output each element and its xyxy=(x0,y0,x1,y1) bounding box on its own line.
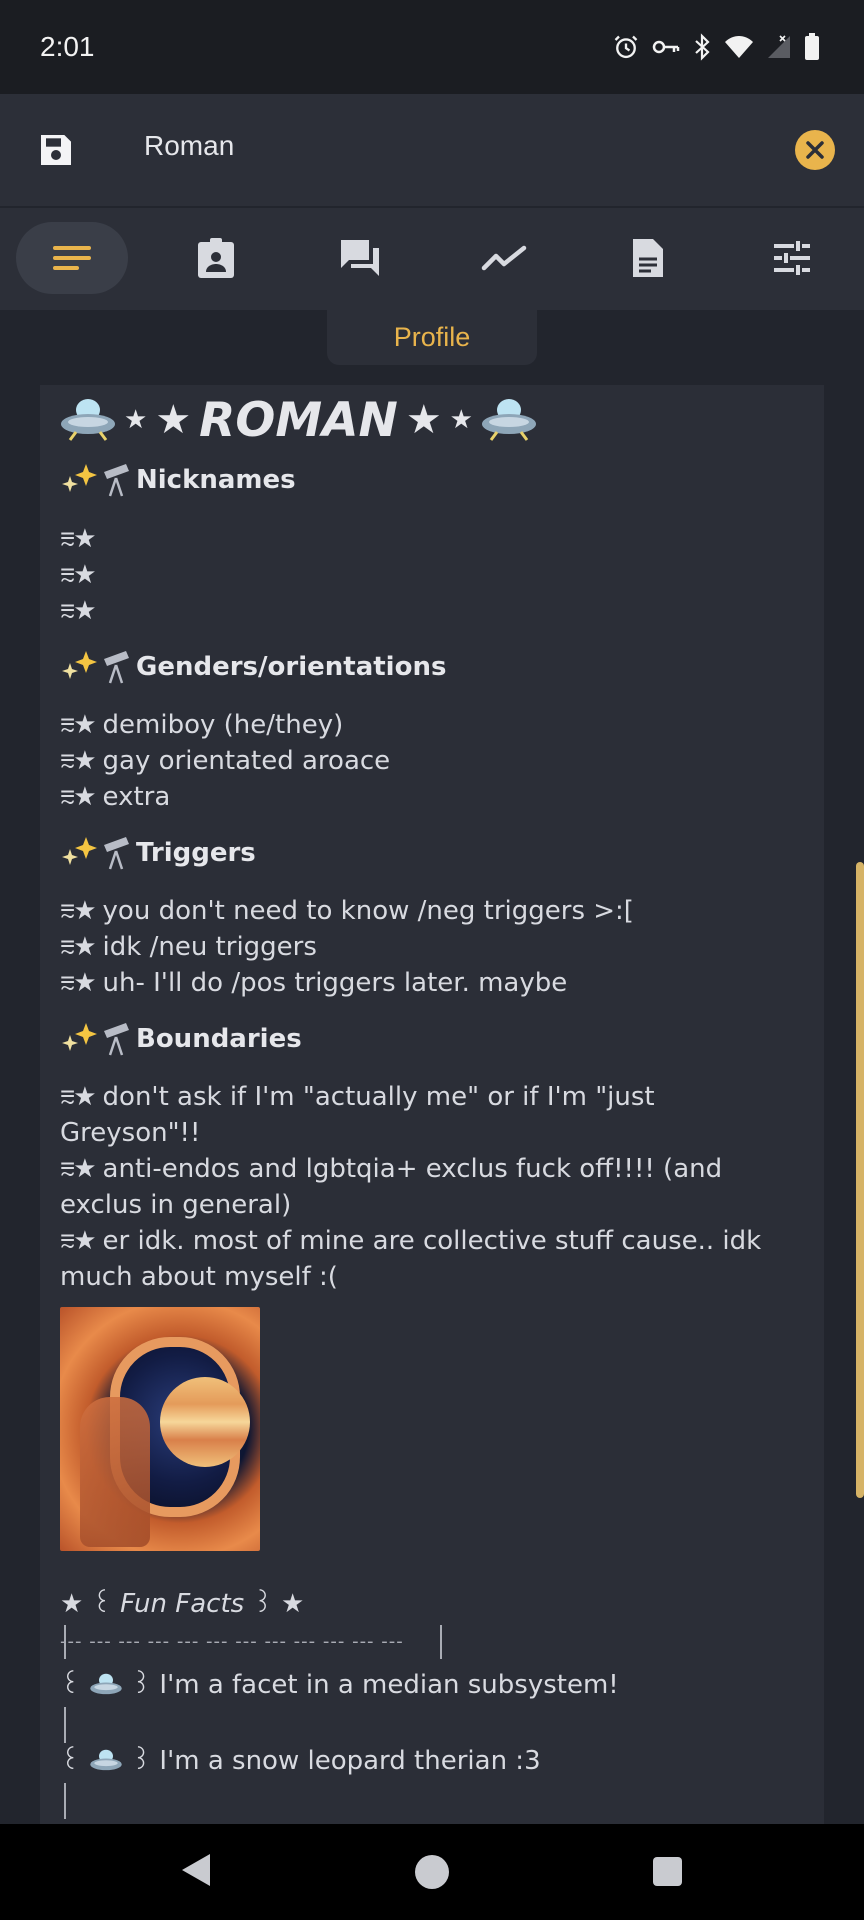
section-header-boundaries: Boundaries xyxy=(60,1019,302,1059)
divider xyxy=(440,1625,442,1659)
signal-icon xyxy=(768,35,790,58)
sparkles-icon xyxy=(62,651,97,679)
image-planet-shape xyxy=(160,1377,250,1467)
status-icons xyxy=(612,33,820,61)
save-icon[interactable] xyxy=(36,130,76,170)
ufo-icon xyxy=(89,1673,122,1694)
status-time: 2:01 xyxy=(40,31,95,62)
list-item: ⩳★ uh- I'll do /pos triggers later. maybe xyxy=(60,968,568,998)
star-small-icon: ★ xyxy=(449,405,473,435)
list-item: ⩳★ idk /neu triggers xyxy=(60,932,317,962)
ufo-icon xyxy=(89,1749,122,1770)
vpn-key-icon xyxy=(652,40,680,54)
fun-facts-title: ★ ꒰ Fun Facts ꒱ ★ xyxy=(60,1589,305,1619)
tab-settings[interactable] xyxy=(736,222,848,294)
tab-profile[interactable] xyxy=(16,222,128,294)
page-title: Roman xyxy=(144,130,235,161)
list-item: ⩳★ extra xyxy=(60,782,171,812)
home-icon[interactable] xyxy=(415,1855,449,1889)
telescope-icon xyxy=(104,1023,129,1056)
menu-lines-icon xyxy=(53,246,91,270)
list-item: ⩳★ xyxy=(60,524,97,554)
sparkles-icon xyxy=(62,1023,97,1051)
tab-chat[interactable] xyxy=(304,222,416,294)
tab-graph[interactable] xyxy=(448,222,560,294)
tab-info[interactable] xyxy=(160,222,272,294)
profile-title-row: ★ ★ ROMAN ★ ★ xyxy=(60,387,537,453)
active-tab-label: Profile xyxy=(327,310,537,365)
alarm-icon xyxy=(614,35,638,59)
bluetooth-icon xyxy=(695,33,710,61)
telescope-icon xyxy=(104,837,129,870)
document-icon xyxy=(633,239,663,277)
profile-content: ★ ★ ROMAN ★ ★ Nicknames ⩳★ ⩳★ ⩳★ Genders… xyxy=(40,385,824,1825)
profile-image xyxy=(60,1307,260,1551)
chat-icon xyxy=(341,240,379,276)
list-item: ⩳★ you don't need to know /neg triggers >… xyxy=(60,896,634,926)
tab-document[interactable] xyxy=(592,222,704,294)
section-title: Genders/orientations xyxy=(136,652,447,682)
status-bar: 2:01 xyxy=(0,0,864,94)
section-header-genders: Genders/orientations xyxy=(60,647,446,687)
list-item: ⩳★ demiboy (he/they) xyxy=(60,710,344,740)
graph-icon xyxy=(481,245,527,271)
id-badge-icon xyxy=(198,238,234,278)
ufo-icon xyxy=(61,399,115,441)
divider xyxy=(64,1707,66,1743)
back-icon[interactable] xyxy=(180,1852,212,1888)
sparkles-icon xyxy=(62,837,97,865)
top-app-bar: Roman xyxy=(0,94,864,206)
sparkles-icon xyxy=(62,464,97,492)
scrollbar-thumb[interactable] xyxy=(856,862,864,1498)
telescope-icon xyxy=(104,651,129,684)
battery-icon xyxy=(805,33,819,60)
list-item: ⩳★ xyxy=(60,560,97,590)
list-item: ⩳★ anti-endos and lgbtqia+ exclus fuck of… xyxy=(60,1154,723,1220)
section-title: Nicknames xyxy=(136,465,296,495)
profile-name: ROMAN xyxy=(199,392,398,448)
fun-fact-item: ꒰ ꒱ I'm a snow leopard therian :3 xyxy=(60,1746,541,1776)
section-title: Triggers xyxy=(136,838,256,868)
wifi-icon xyxy=(725,36,753,58)
list-item: ⩳★ xyxy=(60,596,97,626)
close-icon[interactable] xyxy=(795,130,835,170)
image-hand-shape xyxy=(80,1397,150,1547)
star-large-icon: ★ xyxy=(155,397,192,443)
recent-apps-icon[interactable] xyxy=(653,1857,682,1886)
section-title: Boundaries xyxy=(136,1024,302,1054)
fun-fact-item: ꒰ ꒱ I'm a facet in a median subsystem! xyxy=(60,1670,619,1700)
divider xyxy=(64,1783,66,1819)
tab-bar xyxy=(0,208,864,310)
dashed-divider: --- --- --- --- --- --- --- --- --- --- … xyxy=(60,1631,404,1652)
list-item: ⩳★ er idk. most of mine are collective st… xyxy=(60,1226,762,1292)
ufo-icon xyxy=(481,399,536,441)
star-small-icon: ★ xyxy=(124,405,148,435)
section-header-nicknames: Nicknames xyxy=(60,460,296,500)
section-header-triggers: Triggers xyxy=(60,833,256,873)
telescope-icon xyxy=(104,464,129,497)
star-large-icon: ★ xyxy=(405,397,442,443)
list-item: ⩳★ gay orientated aroace xyxy=(60,746,391,776)
sliders-icon xyxy=(774,241,810,275)
list-item: ⩳★ don't ask if I'm "actually me" or if I… xyxy=(60,1082,655,1148)
